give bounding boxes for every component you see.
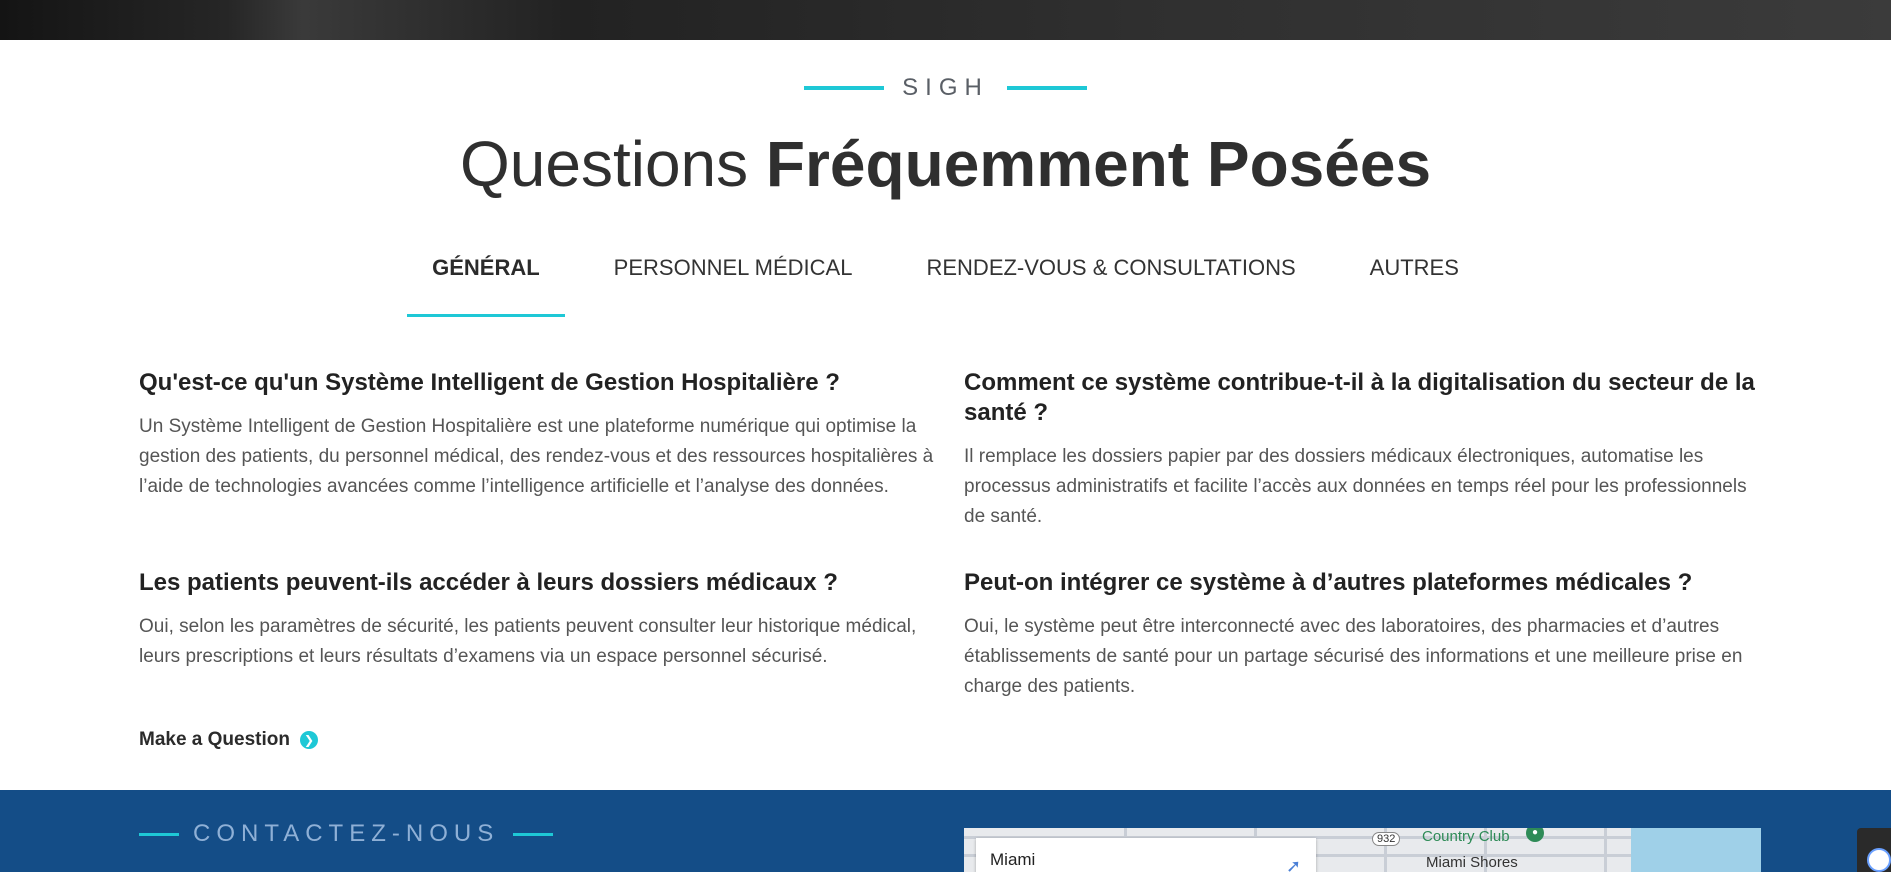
contact-eyebrow-text: CONTACTEZ-NOUS: [193, 820, 500, 847]
faq-item: Les patients peuvent-ils accéder à leurs…: [139, 568, 939, 672]
tab-autres[interactable]: AUTRES: [1345, 247, 1484, 317]
map-pin-icon: ●: [1526, 828, 1544, 842]
page-title: Questions Fréquemment Posées: [0, 126, 1891, 202]
title-bold: Fréquemment Posées: [765, 128, 1432, 200]
tab-rendez-vous-consultations[interactable]: RENDEZ-VOUS & CONSULTATIONS: [901, 247, 1320, 317]
faq-item: Peut-on intégrer ce système à d’autres p…: [964, 568, 1764, 702]
accessibility-icon: [1867, 848, 1891, 872]
contact-section: CONTACTEZ-NOUS 932 ● Country Club Miami …: [0, 790, 1891, 872]
faq-question: Qu'est-ce qu'un Système Intelligent de G…: [139, 369, 840, 396]
accessibility-widget[interactable]: [1857, 828, 1891, 872]
map-label-country-club: Country Club: [1422, 828, 1510, 845]
faq-question: Comment ce système contribue-t-il à la d…: [964, 369, 1755, 426]
eyebrow-line-right: [1006, 86, 1087, 90]
tab-general[interactable]: GÉNÉRAL: [407, 247, 565, 317]
hero-image-strip: [0, 0, 1891, 40]
map-embed[interactable]: 932 ● Country Club Miami Shores Miami ➚: [964, 828, 1761, 872]
contact-eyebrow: CONTACTEZ-NOUS: [139, 820, 554, 848]
eyebrow-line-left: [804, 86, 885, 90]
chevron-right-circle-icon: ❯: [300, 731, 318, 749]
faq-item: Comment ce système contribue-t-il à la d…: [964, 368, 1764, 532]
contact-eyebrow-line-left: [139, 832, 179, 836]
faq-question: Les patients peuvent-ils accéder à leurs…: [139, 569, 838, 596]
directions-icon[interactable]: ➚: [1286, 856, 1306, 872]
map-street: [1604, 828, 1607, 872]
section-eyebrow: SIGH: [0, 74, 1891, 102]
make-question-link[interactable]: Make a Question ❯: [139, 729, 318, 751]
map-city-name: Miami: [990, 850, 1036, 869]
faq-tabs: GÉNÉRAL PERSONNEL MÉDICAL RENDEZ-VOUS & …: [0, 247, 1891, 317]
faq-question: Peut-on intégrer ce système à d’autres p…: [964, 569, 1693, 596]
faq-answer: Oui, selon les paramètres de sécurité, l…: [139, 616, 917, 667]
map-label-miami-shores: Miami Shores: [1426, 854, 1518, 871]
faq-answer: Oui, le système peut être interconnecté …: [964, 616, 1743, 697]
make-question-label: Make a Question: [139, 729, 290, 750]
title-light: Questions: [459, 128, 749, 200]
faq-answer: Il remplace les dossiers papier par des …: [964, 446, 1747, 527]
faq-answer: Un Système Intelligent de Gestion Hospit…: [139, 416, 934, 497]
map-water: [1631, 828, 1761, 872]
map-route-badge: 932: [1372, 832, 1401, 846]
map-info-card: Miami ➚: [976, 838, 1316, 872]
contact-eyebrow-line-right: [513, 832, 554, 836]
eyebrow-text: SIGH: [902, 74, 989, 101]
tab-personnel-medical[interactable]: PERSONNEL MÉDICAL: [589, 247, 878, 317]
faq-item: Qu'est-ce qu'un Système Intelligent de G…: [139, 368, 939, 502]
